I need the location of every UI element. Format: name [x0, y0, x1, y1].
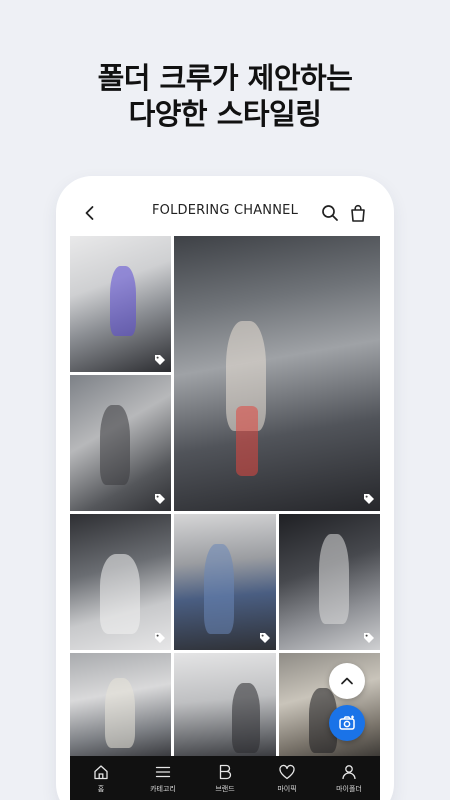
nav-label-brand: 브랜드: [215, 785, 235, 793]
feed-tile[interactable]: [70, 514, 171, 650]
product-tag-icon: [155, 355, 165, 365]
feed-tile[interactable]: [279, 653, 380, 756]
promo-headline: 폴더 크루가 제안하는 다양한 스타일링: [0, 60, 450, 132]
chevron-up-icon: [341, 677, 353, 685]
upload-style-button[interactable]: [329, 705, 365, 741]
feed-tile[interactable]: [70, 653, 171, 756]
model-figure: [100, 405, 130, 485]
promo-line-2: 다양한 스타일링: [128, 97, 322, 131]
app-bar: FOLDERING CHANNEL: [70, 190, 380, 236]
model-figure: [232, 683, 260, 753]
back-arrow-icon: [85, 206, 94, 220]
nav-item-category[interactable]: 카테고리: [132, 756, 194, 800]
red-legwear-shape: [236, 406, 258, 476]
cart-button[interactable]: [348, 203, 368, 223]
brand-b-icon: [219, 764, 232, 780]
phone-frame: FOLDERING CHANNEL 홈 카테고리 브랜드 마이픽 마이폴더: [58, 178, 392, 800]
page-title: FOLDERING CHANNEL: [151, 203, 299, 218]
feed-tile-featured[interactable]: [174, 236, 380, 511]
nav-label-category: 카테고리: [150, 785, 176, 793]
nav-label-home: 홈: [97, 785, 105, 793]
bottom-navigation: 홈 카테고리 브랜드 마이픽 마이폴더: [70, 756, 380, 800]
heart-icon: [279, 764, 295, 780]
nav-item-myfolder[interactable]: 마이폴더: [318, 756, 380, 800]
camera-icon: [339, 715, 355, 730]
feed-tile[interactable]: [70, 236, 171, 372]
feed-tile[interactable]: [70, 375, 171, 511]
feed-tile[interactable]: [174, 653, 276, 756]
feed-tile[interactable]: [279, 514, 380, 650]
nav-label-mypick: 마이픽: [277, 785, 297, 793]
person-icon: [342, 765, 356, 780]
nav-item-brand[interactable]: 브랜드: [194, 756, 256, 800]
app-screen: FOLDERING CHANNEL 홈 카테고리 브랜드 마이픽 마이폴더: [70, 190, 380, 800]
product-tag-icon: [260, 633, 270, 643]
nav-label-myfolder: 마이폴더: [336, 785, 362, 793]
product-tag-icon: [155, 494, 165, 504]
model-figure: [100, 554, 140, 634]
model-figure: [110, 266, 136, 336]
product-tag-icon: [155, 633, 165, 643]
model-figure: [204, 544, 234, 634]
product-tag-icon: [364, 494, 374, 504]
promo-line-1: 폴더 크루가 제안하는: [97, 61, 353, 95]
search-icon: [322, 205, 338, 221]
nav-item-home[interactable]: 홈: [70, 756, 132, 800]
back-button[interactable]: [80, 203, 100, 223]
menu-icon: [155, 766, 171, 778]
scroll-to-top-button[interactable]: [329, 663, 365, 699]
model-figure: [319, 534, 349, 624]
search-button[interactable]: [320, 203, 340, 223]
feed-tile[interactable]: [174, 514, 276, 650]
nav-item-mypick[interactable]: 마이픽: [256, 756, 318, 800]
model-figure: [105, 678, 135, 748]
home-icon: [94, 765, 108, 780]
product-tag-icon: [364, 633, 374, 643]
shopping-bag-icon: [351, 204, 365, 222]
